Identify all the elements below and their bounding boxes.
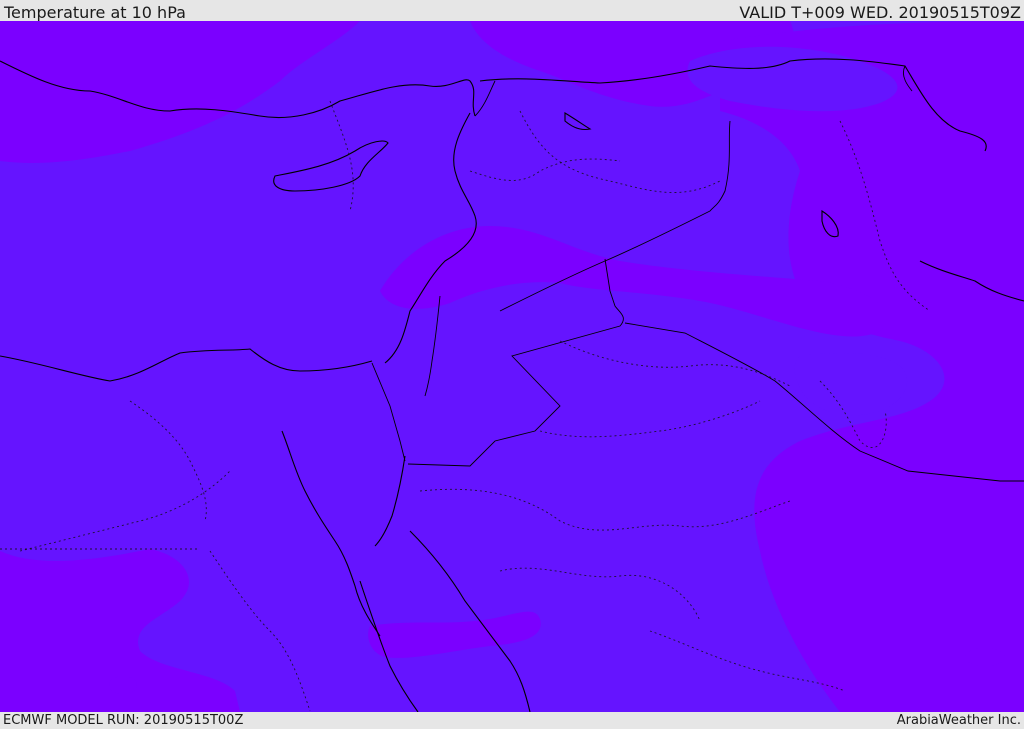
model-run: ECMWF MODEL RUN: 20190515T00Z xyxy=(3,713,244,728)
map-canvas[interactable] xyxy=(0,21,1024,712)
valid-time: VALID T+009 WED. 20190515T09Z xyxy=(739,3,1021,22)
map-title: Temperature at 10 hPa xyxy=(4,3,186,22)
map-area[interactable] xyxy=(0,21,1024,712)
warm-spot-south xyxy=(109,676,137,694)
warm-spot-east xyxy=(965,648,1005,666)
header-bar: Temperature at 10 hPa VALID T+009 WED. 2… xyxy=(0,0,1024,22)
credit: ArabiaWeather Inc. xyxy=(896,713,1021,728)
footer-bar: ECMWF MODEL RUN: 20190515T00Z ArabiaWeat… xyxy=(0,712,1024,729)
